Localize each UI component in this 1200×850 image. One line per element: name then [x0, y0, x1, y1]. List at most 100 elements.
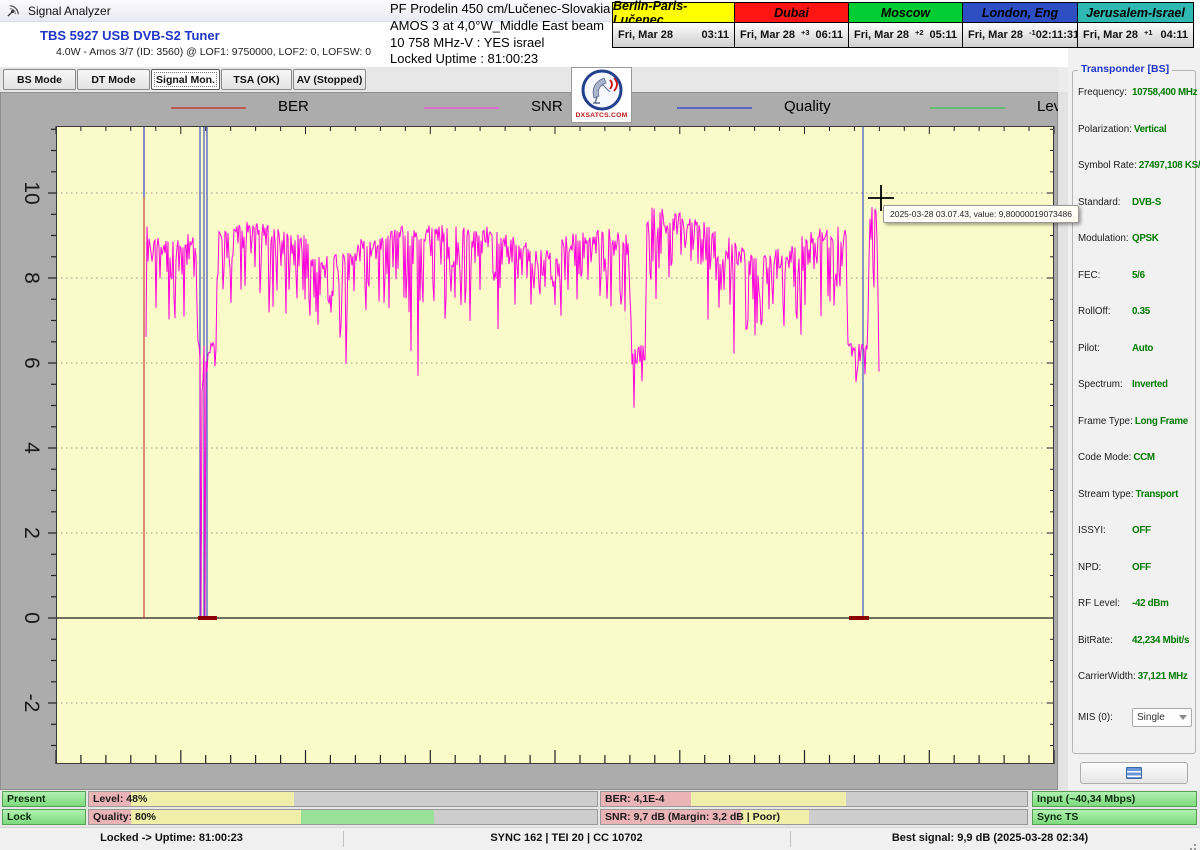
chart-tooltip: 2025-03-28 03.07.43, value: 9,8000001907… [883, 205, 1079, 223]
clock-city-label: London, Eng [963, 3, 1077, 23]
clock-berlin: Berlin-Paris-Lučenec Fri, Mar 28 03:11 [613, 3, 735, 47]
transponder-title: Transponder [BS] [1078, 63, 1172, 75]
ytick-0: 0 [19, 612, 43, 624]
dxsatcs-logo-text: DXSATCS.COM [576, 112, 628, 119]
clock-time: 03:11 [701, 29, 729, 41]
tab-av[interactable]: AV (Stopped) [293, 69, 366, 90]
clock-city-label: Berlin-Paris-Lučenec [613, 3, 734, 23]
legend-ber-label: BER [278, 98, 309, 115]
tp-row-mis: MIS (0): Single [1078, 708, 1192, 727]
tp-row-standard: Standard:DVB-S [1078, 197, 1192, 208]
clock-date: Fri, Mar 28 [968, 29, 1023, 41]
mode-tabs: BS Mode DT Mode Signal Mon. TSA (OK) AV … [0, 67, 1058, 92]
level-progress-text: Level: 48% [93, 792, 147, 806]
chevron-down-icon [1179, 715, 1187, 720]
ytick-4: 4 [19, 442, 43, 454]
ytick-2: 2 [19, 527, 43, 539]
ytick-10: 10 [19, 181, 43, 204]
tp-row-stream-type: Stream type:Transport [1078, 489, 1192, 500]
list-icon [1126, 767, 1142, 779]
tp-row-polarization: Polarization:Vertical [1078, 124, 1192, 135]
ber-progress-text: BER: 4,1E-4 [605, 792, 665, 806]
statusbar-sync-counters: SYNC 162 | TEI 20 | CC 10702 [343, 832, 790, 844]
legend-snr-label: SNR [531, 98, 563, 115]
clock-jerusalem: Jerusalem-Israel Fri, Mar 28 +1 04:11 [1078, 3, 1193, 47]
ytick-minus2: -2 [19, 694, 43, 713]
info-line-satellite: AMOS 3 at 4,0°W_Middle East beam [390, 18, 620, 35]
clock-moscow: Moscow Fri, Mar 28 +2 05:11 [849, 3, 963, 47]
info-line-frequency: 10 758 MHz-V : YES israel [390, 35, 620, 52]
app-satellite-icon [6, 3, 21, 18]
tp-row-frame-type: Frame Type:Long Frame [1078, 416, 1192, 427]
tab-bs-mode[interactable]: BS Mode [3, 69, 76, 90]
clock-utc-offset: +2 [915, 28, 924, 37]
log-export-button[interactable] [1080, 762, 1188, 784]
legend-level-line [930, 107, 1005, 109]
tab-tsa[interactable]: TSA (OK) [221, 69, 292, 90]
tp-row-carrier-width: CarrierWidth:37,121 MHz [1078, 671, 1192, 682]
tp-row-modulation: Modulation:QPSK [1078, 233, 1192, 244]
clock-time: 02:11:31 [1036, 29, 1079, 41]
input-bitrate-badge: Input (~40,34 Mbps) [1032, 791, 1197, 807]
statusbar: Locked -> Uptime: 81:00:23 SYNC 162 | TE… [0, 827, 1200, 850]
snr-progress-text: SNR: 9,7 dB (Margin: 3,2 dB | Poor) [605, 810, 780, 824]
clock-date: Fri, Mar 28 [618, 29, 673, 41]
tp-row-spectrum: Spectrum:Inverted [1078, 379, 1192, 390]
transponder-panel: Transponder [BS] Frequency:10758,400 MHz… [1068, 48, 1200, 790]
info-line-uptime: Locked Uptime : 81:00:23 [390, 51, 620, 68]
clock-city-label: Moscow [849, 3, 962, 23]
statusbar-uptime: Locked -> Uptime: 81:00:23 [0, 832, 343, 844]
clock-utc-offset: +1 [1144, 28, 1153, 37]
tp-row-pilot: Pilot:Auto [1078, 343, 1192, 354]
legend-ber-line [171, 107, 246, 109]
header-band: Signal Analyzer TBS 5927 USB DVB-S2 Tune… [0, 0, 1200, 67]
quality-progress-text: Quality: 80% [93, 810, 156, 824]
present-badge: Present [2, 791, 86, 807]
ytick-8: 8 [19, 272, 43, 284]
signal-chart-panel: BER SNR Quality Level 10 8 6 4 2 0 -2 20… [0, 92, 1058, 790]
tab-dt-mode[interactable]: DT Mode [77, 69, 150, 90]
tp-row-code-mode: Code Mode:CCM [1078, 452, 1192, 463]
dxsatcs-logo-icon [580, 68, 624, 112]
transponder-groupbox: Transponder [BS] Frequency:10758,400 MHz… [1072, 70, 1196, 754]
snr-progress-bar: SNR: 9,7 dB (Margin: 3,2 dB | Poor) [600, 809, 1028, 825]
clock-time: 05:11 [929, 29, 957, 41]
tp-row-issyi: ISSYI:OFF [1078, 525, 1192, 536]
mis-dropdown-value: Single [1137, 712, 1165, 723]
legend-snr-line [424, 107, 499, 109]
clock-date: Fri, Mar 28 [740, 29, 795, 41]
tp-row-frequency: Frequency:10758,400 MHz [1078, 87, 1192, 98]
clock-utc-offset: +3 [801, 28, 810, 37]
legend-quality-line [677, 107, 752, 109]
clock-time: 04:11 [1160, 29, 1188, 41]
transponder-rows: Frequency:10758,400 MHz Polarization:Ver… [1078, 87, 1192, 727]
clock-date: Fri, Mar 28 [1083, 29, 1138, 41]
clock-utc-offset: -1 [1029, 28, 1036, 37]
resize-grip[interactable] [1194, 844, 1196, 846]
clock-time: 06:11 [815, 29, 843, 41]
clock-dubai: Dubai Fri, Mar 28 +3 06:11 [735, 3, 849, 47]
clock-london: London, Eng Fri, Mar 28 -1 02:11:31 [963, 3, 1078, 47]
status-bars: Present Level: 48% BER: 4,1E-4 Input (~4… [0, 790, 1200, 827]
lock-badge: Lock [2, 809, 86, 825]
tp-row-rf-level: RF Level:-42 dBm [1078, 598, 1192, 609]
world-clocks: Berlin-Paris-Lučenec Fri, Mar 28 03:11 D… [612, 2, 1194, 48]
quality-progress-bar: Quality: 80% [88, 809, 598, 825]
tp-row-npd: NPD:OFF [1078, 562, 1192, 573]
clock-date: Fri, Mar 28 [854, 29, 909, 41]
legend-quality-label: Quality [784, 98, 831, 115]
ytick-6: 6 [19, 357, 43, 369]
mis-dropdown[interactable]: Single [1132, 708, 1192, 727]
info-line-antenna: PF Prodelin 450 cm/Lučenec-Slovakia [390, 1, 620, 18]
tp-row-symbol-rate: Symbol Rate:27497,108 KS/s [1078, 160, 1192, 171]
tp-row-rolloff: RollOff:0.35 [1078, 306, 1192, 317]
sync-ts-badge: Sync TS [1032, 809, 1197, 825]
dxsatcs-logo: DXSATCS.COM [571, 67, 632, 123]
device-title: TBS 5927 USB DVB-S2 Tuner [40, 28, 220, 43]
panel-splitter[interactable] [1058, 92, 1068, 790]
tab-signal-mon[interactable]: Signal Mon. [151, 69, 220, 90]
statusbar-best-signal: Best signal: 9,9 dB (2025-03-28 02:34) [790, 832, 1190, 844]
ber-progress-bar: BER: 4,1E-4 [600, 791, 1028, 807]
tp-row-bitrate: BitRate:42,234 Mbit/s [1078, 635, 1192, 646]
antenna-info-block: PF Prodelin 450 cm/Lučenec-Slovakia AMOS… [390, 1, 620, 68]
